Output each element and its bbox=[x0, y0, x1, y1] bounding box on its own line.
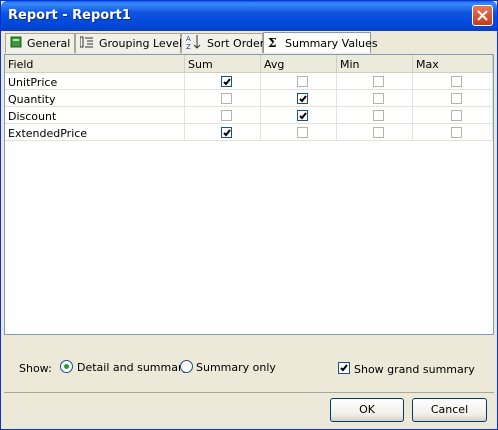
table-row: Quantity bbox=[5, 90, 493, 107]
column-header-field[interactable]: Field bbox=[5, 55, 185, 72]
title-bar[interactable]: Report - Report1 bbox=[1, 1, 497, 31]
avg-checkbox[interactable] bbox=[297, 76, 308, 87]
svg-text:Σ: Σ bbox=[268, 36, 276, 48]
checkmark-icon bbox=[340, 364, 348, 372]
checkmark-icon bbox=[299, 95, 307, 103]
grid-header: Field Sum Avg Min Max bbox=[5, 55, 493, 73]
show-options: Show: Detail and summary Summary only Sh… bbox=[4, 339, 494, 389]
avg-checkbox[interactable] bbox=[297, 127, 308, 138]
show-grand-summary-label[interactable]: Show grand summary bbox=[354, 363, 475, 376]
show-label: Show: bbox=[19, 362, 52, 375]
ok-button[interactable]: OK bbox=[330, 398, 404, 422]
tab-summary-values[interactable]: Σ Summary Values bbox=[263, 32, 378, 53]
sum-checkbox[interactable] bbox=[221, 93, 232, 104]
field-cell: ExtendedPrice bbox=[5, 124, 185, 141]
tab-grouping-levels[interactable]: Grouping Levels bbox=[75, 33, 188, 53]
show-grand-summary-checkbox[interactable] bbox=[338, 362, 350, 374]
avg-cell bbox=[261, 90, 337, 107]
avg-cell bbox=[261, 124, 337, 141]
min-cell bbox=[337, 107, 413, 124]
tab-label-grouping-levels: Grouping Levels bbox=[99, 37, 188, 50]
checkmark-icon bbox=[223, 78, 231, 86]
tab-sort-order[interactable]: AZ Sort Order bbox=[181, 33, 265, 53]
max-checkbox[interactable] bbox=[451, 110, 462, 121]
column-header-max[interactable]: Max bbox=[413, 55, 493, 72]
table-row: UnitPrice bbox=[5, 73, 493, 90]
sum-checkbox[interactable] bbox=[221, 127, 232, 138]
min-checkbox[interactable] bbox=[373, 76, 384, 87]
min-checkbox[interactable] bbox=[373, 110, 384, 121]
max-cell bbox=[413, 124, 493, 141]
sum-cell bbox=[185, 73, 261, 90]
min-cell bbox=[337, 73, 413, 90]
column-header-sum[interactable]: Sum bbox=[185, 55, 261, 72]
close-icon bbox=[477, 10, 488, 21]
table-row: ExtendedPrice bbox=[5, 124, 493, 141]
summary-values-grid: Field Sum Avg Min Max UnitPrice Quantity D… bbox=[4, 54, 494, 335]
general-icon bbox=[10, 36, 22, 51]
column-header-min[interactable]: Min bbox=[337, 55, 413, 72]
radio-label-summary-only[interactable]: Summary only bbox=[196, 361, 276, 374]
radio-summary-only[interactable] bbox=[180, 360, 193, 373]
radio-detail-and-summary[interactable] bbox=[60, 360, 73, 373]
avg-cell bbox=[261, 107, 337, 124]
max-cell bbox=[413, 73, 493, 90]
checkmark-icon bbox=[299, 112, 307, 120]
avg-checkbox[interactable] bbox=[297, 93, 308, 104]
close-button[interactable] bbox=[472, 5, 493, 26]
field-cell: Quantity bbox=[5, 90, 185, 107]
sigma-icon: Σ bbox=[268, 36, 280, 51]
sum-cell bbox=[185, 124, 261, 141]
window-title: Report - Report1 bbox=[8, 8, 131, 23]
avg-cell bbox=[261, 73, 337, 90]
max-cell bbox=[413, 90, 493, 107]
max-checkbox[interactable] bbox=[451, 76, 462, 87]
table-row: Discount bbox=[5, 107, 493, 124]
max-cell bbox=[413, 107, 493, 124]
checkmark-icon bbox=[223, 129, 231, 137]
separator bbox=[4, 392, 494, 393]
tab-label-sort-order: Sort Order bbox=[207, 37, 265, 50]
svg-text:A: A bbox=[186, 35, 191, 43]
sort-az-icon: AZ bbox=[186, 34, 202, 53]
tab-label-summary-values: Summary Values bbox=[285, 36, 378, 50]
sum-cell bbox=[185, 107, 261, 124]
min-cell bbox=[337, 124, 413, 141]
max-checkbox[interactable] bbox=[451, 93, 462, 104]
sum-cell bbox=[185, 90, 261, 107]
field-cell: Discount bbox=[5, 107, 185, 124]
tab-label-general: General bbox=[27, 37, 71, 50]
min-checkbox[interactable] bbox=[373, 93, 384, 104]
sum-checkbox[interactable] bbox=[221, 76, 232, 87]
field-cell: UnitPrice bbox=[5, 73, 185, 90]
tab-general[interactable]: General bbox=[5, 33, 75, 53]
report-dialog: Report - Report1 General Grouping Levels… bbox=[0, 0, 498, 430]
svg-text:Z: Z bbox=[186, 43, 191, 50]
radio-label-detail-and-summary[interactable]: Detail and summary bbox=[77, 361, 189, 374]
min-cell bbox=[337, 90, 413, 107]
cancel-button[interactable]: Cancel bbox=[412, 398, 487, 422]
min-checkbox[interactable] bbox=[373, 127, 384, 138]
sum-checkbox[interactable] bbox=[221, 110, 232, 121]
max-checkbox[interactable] bbox=[451, 127, 462, 138]
avg-checkbox[interactable] bbox=[297, 110, 308, 121]
column-header-avg[interactable]: Avg bbox=[261, 55, 337, 72]
grouping-levels-icon bbox=[79, 36, 94, 51]
